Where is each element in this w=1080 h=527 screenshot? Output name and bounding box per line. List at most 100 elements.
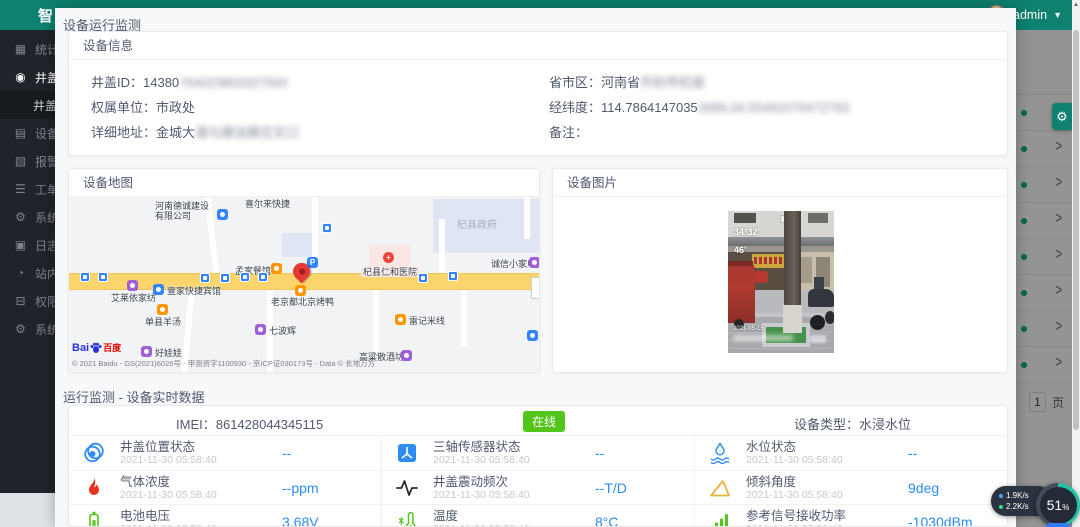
sidebar-item-icon: ⚙ xyxy=(14,210,27,224)
map-district-label: 杞县政府 xyxy=(457,221,497,231)
map-poi-label: 艾莱依家纺 xyxy=(111,293,156,303)
water-level-icon xyxy=(708,441,732,465)
download-speed: 2.2K/s xyxy=(1006,501,1029,512)
map-poi-marker-icon[interactable] xyxy=(141,346,152,357)
metric-timestamp: 2021-11-30 05:58:40 xyxy=(433,454,583,466)
photo-date-watermark: 2021-05-15 xyxy=(733,326,764,332)
map-transit-icon[interactable] xyxy=(258,272,268,282)
metric-cell-temperature: 温度2021-11-30 05:58:408°C xyxy=(382,505,695,527)
device-photo[interactable]: 34°32' 46' 2021-05-15 xyxy=(728,211,834,353)
map-poi-marker-icon[interactable] xyxy=(255,324,266,335)
device-info-card: 设备信息 井盖ID：14380764023803327500权属单位：市政处详细… xyxy=(68,31,1008,156)
metric-value: 3.68V xyxy=(282,514,319,527)
map-transit-icon[interactable] xyxy=(220,273,230,283)
page-scrollbar[interactable]: ▲ xyxy=(1072,0,1080,527)
map-poi-marker-icon[interactable] xyxy=(401,350,412,361)
map-poi-marker-icon[interactable] xyxy=(529,257,539,268)
device-map-card: 设备地图 河南德诚建设有限公司喜尔来快捷孟家餐馆P壹家快捷宾馆+杞县仁和医院诚信… xyxy=(68,168,540,373)
progress-ring[interactable]: 51% xyxy=(1036,483,1080,527)
map-poi-label: 喜尔来快捷 xyxy=(245,199,290,209)
map-transit-icon[interactable] xyxy=(418,273,428,283)
map-poi-marker-icon[interactable] xyxy=(127,280,138,291)
metric-name: 参考信号接收功率 xyxy=(746,509,896,523)
map-poi-label: 壹家快捷宾馆 xyxy=(167,286,221,296)
map-poi-marker-icon[interactable] xyxy=(217,209,228,220)
metric-name: 温度 xyxy=(433,509,583,523)
photo-gps-watermark-2: 46' xyxy=(734,245,746,255)
sidebar-item-icon: ▦ xyxy=(14,42,27,56)
map-poi-label: 河南德诚建设有限公司 xyxy=(155,201,213,221)
sidebar-item-icon: ◉ xyxy=(14,70,27,84)
metric-value: -- xyxy=(595,445,604,461)
device-type-field: 设备类型：水浸水位 xyxy=(794,414,911,433)
flame-icon xyxy=(82,476,106,500)
map-poi-marker-icon[interactable] xyxy=(271,263,282,274)
map-poi-label: 杞县仁和医院 xyxy=(361,267,419,277)
device-info-title: 设备信息 xyxy=(69,32,1007,60)
metric-value: -- xyxy=(282,445,291,461)
metric-name: 井盖位置状态 xyxy=(120,440,270,454)
theme-settings-button[interactable]: ⚙ xyxy=(1052,103,1072,130)
baidu-logo: Bai 百度 xyxy=(72,341,121,354)
vibration-wave-icon xyxy=(395,476,419,500)
map-poi-label: 雷记米线 xyxy=(409,316,445,326)
scrollbar-thumb[interactable] xyxy=(1073,30,1079,430)
metric-timestamp: 2021-11-30 05:58:40 xyxy=(120,523,270,527)
map-road xyxy=(524,197,530,239)
metric-timestamp: 2021-11-30 05:58:40 xyxy=(120,489,270,501)
metric-timestamp: 2021-11-30 05:58:40 xyxy=(746,523,896,527)
map-poi-label: 七波辉 xyxy=(269,326,296,336)
map-poi-marker-icon[interactable] xyxy=(157,304,168,315)
map-poi-marker-icon[interactable] xyxy=(153,284,164,295)
map-transit-icon[interactable] xyxy=(240,272,250,282)
sidebar-item-icon: ☰ xyxy=(14,182,27,196)
metric-cell-water: 水位状态2021-11-30 05:58:40-- xyxy=(695,436,1007,471)
metric-value: -- xyxy=(908,445,917,461)
imei-value: 861428044345115 xyxy=(216,417,324,432)
map-poi-marker-icon[interactable]: + xyxy=(383,252,394,263)
map-control[interactable] xyxy=(531,277,539,299)
device-monitor-drawer: 设备运行监测 设备信息 井盖ID：14380764023803327500权属单… xyxy=(55,8,1016,527)
metric-timestamp: 2021-11-30 05:58:40 xyxy=(433,489,583,501)
map-transit-icon[interactable] xyxy=(80,272,90,282)
scroll-up-arrow[interactable]: ▲ xyxy=(1072,0,1080,10)
realtime-section-title: 运行监测 - 设备实时数据 xyxy=(63,387,205,406)
sidebar-collapse-area[interactable] xyxy=(0,493,55,527)
manhole-icon xyxy=(82,441,106,465)
map-transit-icon[interactable] xyxy=(98,272,108,282)
map-poi-marker-icon[interactable] xyxy=(295,285,306,296)
metric-timestamp: 2021-11-30 05:58:40 xyxy=(433,523,583,527)
metric-cell-gas: 气体浓度2021-11-30 05:58:40--ppm xyxy=(69,471,382,505)
sidebar-item-icon: ⚙ xyxy=(14,322,27,336)
download-dot-icon xyxy=(999,505,1003,509)
sidebar-item-icon: ▣ xyxy=(14,238,27,252)
map-poi-label: 单县羊汤 xyxy=(145,317,181,327)
upload-speed: 1.9K/s xyxy=(1006,490,1029,501)
map-transit-icon[interactable] xyxy=(448,271,458,281)
thermometer-icon xyxy=(395,510,419,527)
info-field: 省市区：河南省开封市杞县 xyxy=(549,70,1007,95)
signal-bars-icon xyxy=(708,510,732,527)
map-poi-marker-icon[interactable] xyxy=(395,314,406,325)
three-axis-sensor-icon xyxy=(395,441,419,465)
metric-value: 9deg xyxy=(908,480,939,496)
map-transit-icon[interactable] xyxy=(322,223,332,233)
realtime-data-card: IMEI：861428044345115 在线 设备类型：水浸水位 井盖位置状态… xyxy=(68,405,1008,527)
metric-name: 电池电压 xyxy=(120,509,270,523)
map-transit-icon[interactable] xyxy=(200,273,210,283)
metric-cell-tilt: 倾斜角度2021-11-30 05:58:40 9deg xyxy=(695,471,1007,505)
imei-field: IMEI：861428044345115 xyxy=(176,414,323,433)
metric-name: 倾斜角度 xyxy=(746,475,896,489)
map-road xyxy=(373,290,379,354)
info-field: 详细地址：金城大道与建设路交叉口 xyxy=(91,120,549,145)
metric-cell-signal: 参考信号接收功率2021-11-30 05:58:40-1030dBm xyxy=(695,505,1007,527)
map-building-block xyxy=(282,233,316,257)
metric-cell-vibration: 井盖震动频次2021-11-30 05:58:40--T/D xyxy=(382,471,695,505)
device-image-title: 设备图片 xyxy=(553,169,1007,197)
sidebar-item-icon: ⊟ xyxy=(14,294,27,308)
map-poi-marker-icon[interactable] xyxy=(527,330,538,341)
metric-timestamp: 2021-11-30 05:58:40 xyxy=(746,489,896,501)
metric-name: 气体浓度 xyxy=(120,475,270,489)
baidu-map[interactable]: 河南德诚建设有限公司喜尔来快捷孟家餐馆P壹家快捷宾馆+杞县仁和医院诚信小家电艾莱… xyxy=(69,197,539,373)
metric-cell-sensor: 三轴传感器状态2021-11-30 05:58:40-- xyxy=(382,436,695,471)
